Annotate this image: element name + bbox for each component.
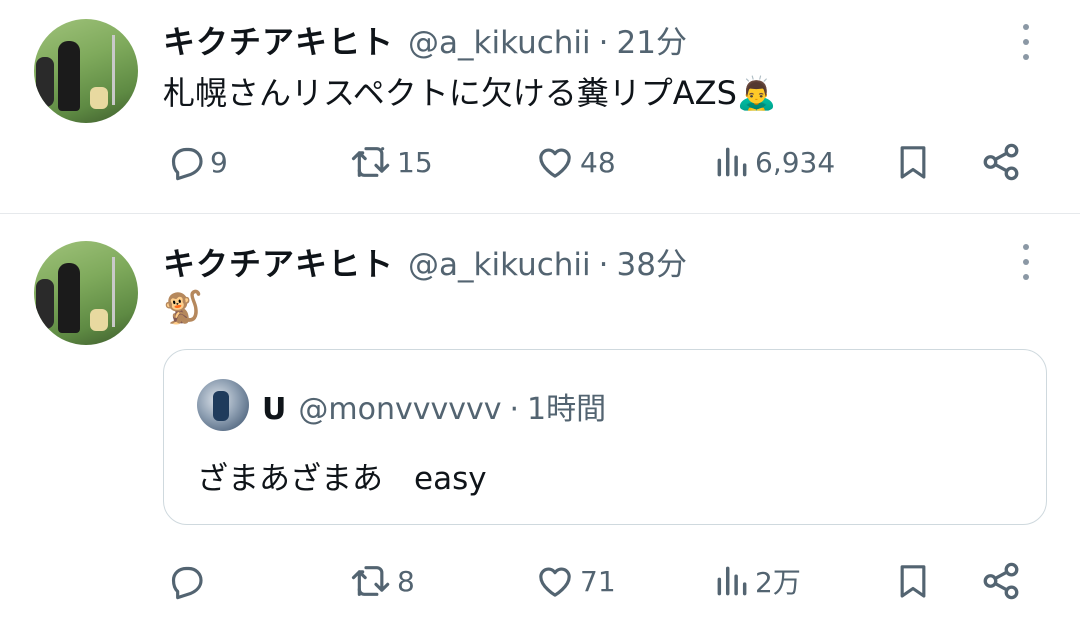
reply-count: 9 xyxy=(210,145,228,179)
quote-avatar xyxy=(197,379,249,431)
share-button[interactable] xyxy=(980,137,1022,187)
more-vertical-icon[interactable] xyxy=(1016,244,1036,280)
author-handle[interactable]: @a_kikuchii xyxy=(408,247,591,283)
reply-button[interactable]: 9 xyxy=(166,137,228,187)
heart-icon xyxy=(539,567,571,597)
avatar[interactable] xyxy=(34,19,138,123)
retweet-icon xyxy=(351,147,390,177)
avatar[interactable] xyxy=(34,241,138,345)
share-icon xyxy=(983,562,1019,600)
separator-dot: · xyxy=(509,392,520,427)
bookmark-icon xyxy=(900,565,926,598)
action-bar: 8 71 2万 xyxy=(0,556,1080,606)
retweet-count: 15 xyxy=(397,145,433,179)
separator-dot: · xyxy=(598,25,609,61)
like-count: 71 xyxy=(580,564,616,598)
tweet-header: キクチアキヒト @a_kikuchii · 21分 xyxy=(163,17,687,61)
action-bar: 9 15 48 6,934 xyxy=(0,137,1080,187)
separator-dot: · xyxy=(598,247,609,283)
like-button[interactable]: 71 xyxy=(534,556,616,606)
tweet-header: キクチアキヒト @a_kikuchii · 38分 xyxy=(163,239,687,283)
timestamp[interactable]: 21分 xyxy=(617,17,687,62)
bookmark-button[interactable] xyxy=(893,137,933,187)
retweet-button[interactable]: 15 xyxy=(349,137,433,187)
share-icon xyxy=(983,143,1019,181)
view-count: 6,934 xyxy=(755,145,836,179)
tweet-text: 🐒 xyxy=(163,288,203,326)
reply-icon xyxy=(171,566,203,600)
tweet[interactable]: キクチアキヒト @a_kikuchii · 38分 🐒 U @monvvvvvv… xyxy=(0,214,1080,631)
reply-icon xyxy=(171,147,203,181)
views-button[interactable]: 2万 xyxy=(713,556,801,606)
like-count: 48 xyxy=(580,145,616,179)
quote-text: ざまあざまあ easy xyxy=(197,461,487,497)
timestamp[interactable]: 38分 xyxy=(617,239,687,284)
views-button[interactable]: 6,934 xyxy=(713,137,835,187)
retweet-count: 8 xyxy=(397,564,415,598)
quote-timestamp: 1時間 xyxy=(527,392,607,427)
view-count: 2万 xyxy=(755,566,801,599)
bookmark-icon xyxy=(900,146,926,179)
views-icon xyxy=(717,566,747,596)
quoted-tweet[interactable]: U @monvvvvvv · 1時間 ざまあざまあ easy xyxy=(163,349,1047,525)
more-vertical-icon[interactable] xyxy=(1016,24,1036,60)
tweet-text: 札幌さんリスペクトに欠ける糞リプAZS🙇‍♂️ xyxy=(163,74,777,112)
bookmark-button[interactable] xyxy=(893,556,933,606)
reply-button[interactable] xyxy=(166,556,210,606)
quote-author-handle: @monvvvvvv xyxy=(298,392,502,427)
author-name[interactable]: キクチアキヒト xyxy=(163,239,394,285)
quote-author-name: U xyxy=(262,392,287,427)
like-button[interactable]: 48 xyxy=(534,137,616,187)
retweet-button[interactable]: 8 xyxy=(349,556,415,606)
views-icon xyxy=(717,147,747,177)
quote-header: U @monvvvvvv · 1時間 xyxy=(262,384,606,428)
heart-icon xyxy=(539,148,571,178)
share-button[interactable] xyxy=(980,556,1022,606)
author-name[interactable]: キクチアキヒト xyxy=(163,17,394,63)
author-handle[interactable]: @a_kikuchii xyxy=(408,25,591,61)
retweet-icon xyxy=(351,566,390,596)
tweet[interactable]: キクチアキヒト @a_kikuchii · 21分 札幌さんリスペクトに欠ける糞… xyxy=(0,0,1080,214)
